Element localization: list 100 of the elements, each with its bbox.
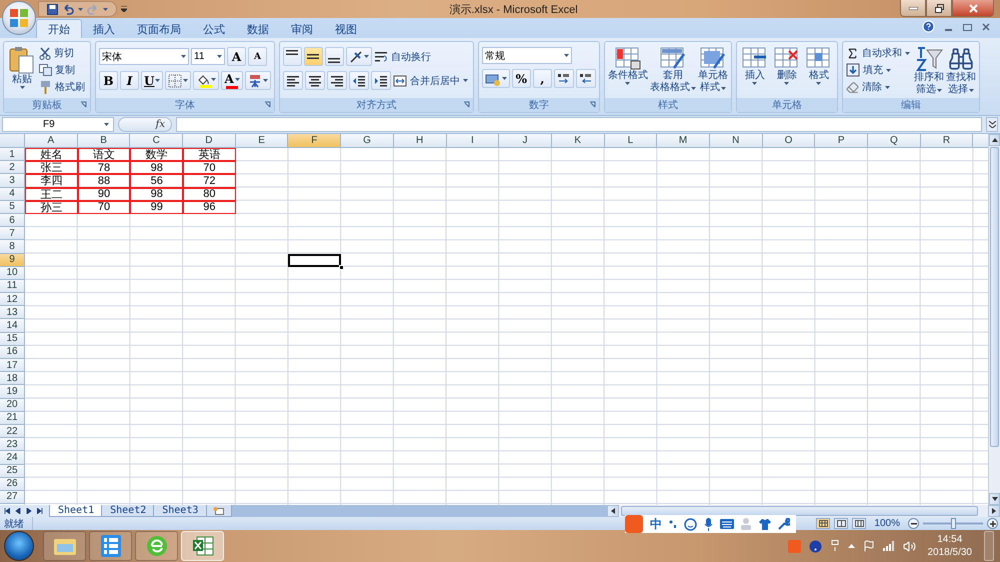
zoom-level[interactable]: 100% [870,518,904,529]
row-header[interactable]: 13 [0,306,25,320]
expand-button[interactable] [986,117,998,132]
row-header[interactable]: 11 [0,280,25,294]
align-left-button[interactable] [282,71,303,90]
row-header[interactable]: 17 [0,359,25,372]
row-header[interactable]: 14 [0,319,25,333]
column-header[interactable]: O [762,134,816,148]
column-header[interactable]: B [78,134,130,148]
dialog-launcher-icon[interactable] [264,101,272,109]
row-header[interactable]: 22 [0,424,25,438]
sheet-nav-icon[interactable] [37,508,43,514]
font-format-button[interactable]: A [227,47,246,66]
font-format-button[interactable]: U [141,71,164,90]
delete-button[interactable]: 删除 [772,45,802,98]
row-header[interactable]: 20 [0,398,25,412]
column-header[interactable]: G [341,134,394,148]
zoom-out-button[interactable] [908,518,919,529]
row-header[interactable]: 1 [0,148,25,162]
format-button[interactable]: 格式 [804,45,834,98]
help-icon[interactable] [808,540,822,552]
border-button[interactable] [165,71,192,90]
shirt-icon[interactable] [759,518,771,530]
font-name-field[interactable]: 宋体 [99,48,189,65]
flag-icon[interactable] [862,540,874,552]
table-format-button[interactable]: 套用 表格格式 [650,45,696,98]
column-header[interactable]: K [552,134,605,148]
font-format-button[interactable]: A [248,47,267,66]
row-header[interactable]: 18 [0,372,25,386]
fill-handle[interactable] [339,264,344,270]
row-header[interactable]: 27 [0,490,25,504]
row-header[interactable]: 12 [0,293,25,306]
row-header[interactable]: 6 [0,214,25,228]
ribbon-tab[interactable]: 开始 [36,19,82,38]
font-format-button[interactable]: B [99,71,118,90]
row-header[interactable]: 8 [0,240,25,254]
punctuation-icon[interactable] [669,519,677,529]
keyboard-icon[interactable] [720,519,734,529]
ime-mode[interactable]: 中 [650,516,662,532]
view-button[interactable] [852,518,866,529]
customize-icon[interactable] [121,6,127,12]
column-header[interactable]: E [236,134,288,148]
scroll-up-button[interactable] [989,134,1000,146]
horizontal-scrollbar[interactable] [607,505,1000,517]
increase-decimal-button[interactable] [554,69,574,88]
ribbon-tab[interactable]: 数据 [236,21,280,38]
column-header[interactable]: D [183,134,236,148]
close-button[interactable] [952,0,994,17]
decrease-indent-button[interactable] [348,71,369,90]
undo-icon[interactable] [62,4,74,14]
orientation-button[interactable] [346,47,372,66]
paste-button[interactable]: 粘贴 [7,45,37,98]
scroll-thumb[interactable] [621,506,978,516]
font-format-button[interactable]: I [120,71,139,90]
row-header[interactable]: 16 [0,346,25,359]
clear-button[interactable]: 清除 [846,79,912,95]
sort-filter-button[interactable]: 排序和 筛选 [914,45,944,98]
smiley-icon[interactable] [684,518,697,530]
slider-thumb[interactable] [951,518,956,529]
scroll-down-button[interactable] [989,493,1000,505]
scroll-right-button[interactable] [988,505,1000,517]
column-header[interactable]: Q [868,134,921,148]
scroll-left-button[interactable] [607,505,619,517]
autosum-button[interactable]: 自动求和 [846,45,912,61]
fill-color-button[interactable] [193,71,220,90]
currency-button[interactable] [482,69,510,88]
decrease-decimal-button[interactable] [576,69,596,88]
copy-button[interactable]: 复制 [39,62,87,78]
dialog-launcher-icon[interactable] [462,101,471,109]
font-format-button[interactable]: A [221,71,243,90]
signal-icon[interactable] [882,541,894,551]
view-button[interactable] [834,518,848,529]
column-header[interactable]: I [446,134,500,148]
format-painter-button[interactable]: 格式刷 [39,79,87,95]
restore-button[interactable] [926,0,952,17]
vertical-scrollbar[interactable] [988,134,1000,505]
column-header[interactable]: P [815,134,868,148]
column-header[interactable]: A [25,134,78,148]
align-top-button[interactable] [282,47,302,66]
column-header[interactable]: R [920,134,974,148]
cell-style-button[interactable]: 单元格 样式 [698,45,728,98]
column-header[interactable]: J [499,134,552,148]
row-header[interactable]: 4 [0,188,25,201]
restore-icon[interactable] [963,22,972,30]
row-header[interactable]: 25 [0,464,25,478]
ribbon-tab[interactable]: 视图 [324,21,368,38]
column-header[interactable]: M [657,134,710,148]
increase-indent-button[interactable] [370,71,391,90]
close-icon[interactable] [982,22,990,30]
row-header[interactable]: 7 [0,227,25,240]
font-format-button[interactable]: , [532,69,552,88]
microphone-icon[interactable] [704,518,713,530]
fill-button[interactable]: 填充 [846,62,912,78]
save-icon[interactable] [47,4,58,14]
row-header[interactable]: 19 [0,385,25,399]
column-header[interactable]: C [130,134,184,148]
scroll-thumb[interactable] [990,147,999,447]
insert-button[interactable]: 插入 [740,45,770,98]
taskbar-app-button[interactable] [43,531,86,561]
number-format-field[interactable]: 常规 [482,47,572,64]
